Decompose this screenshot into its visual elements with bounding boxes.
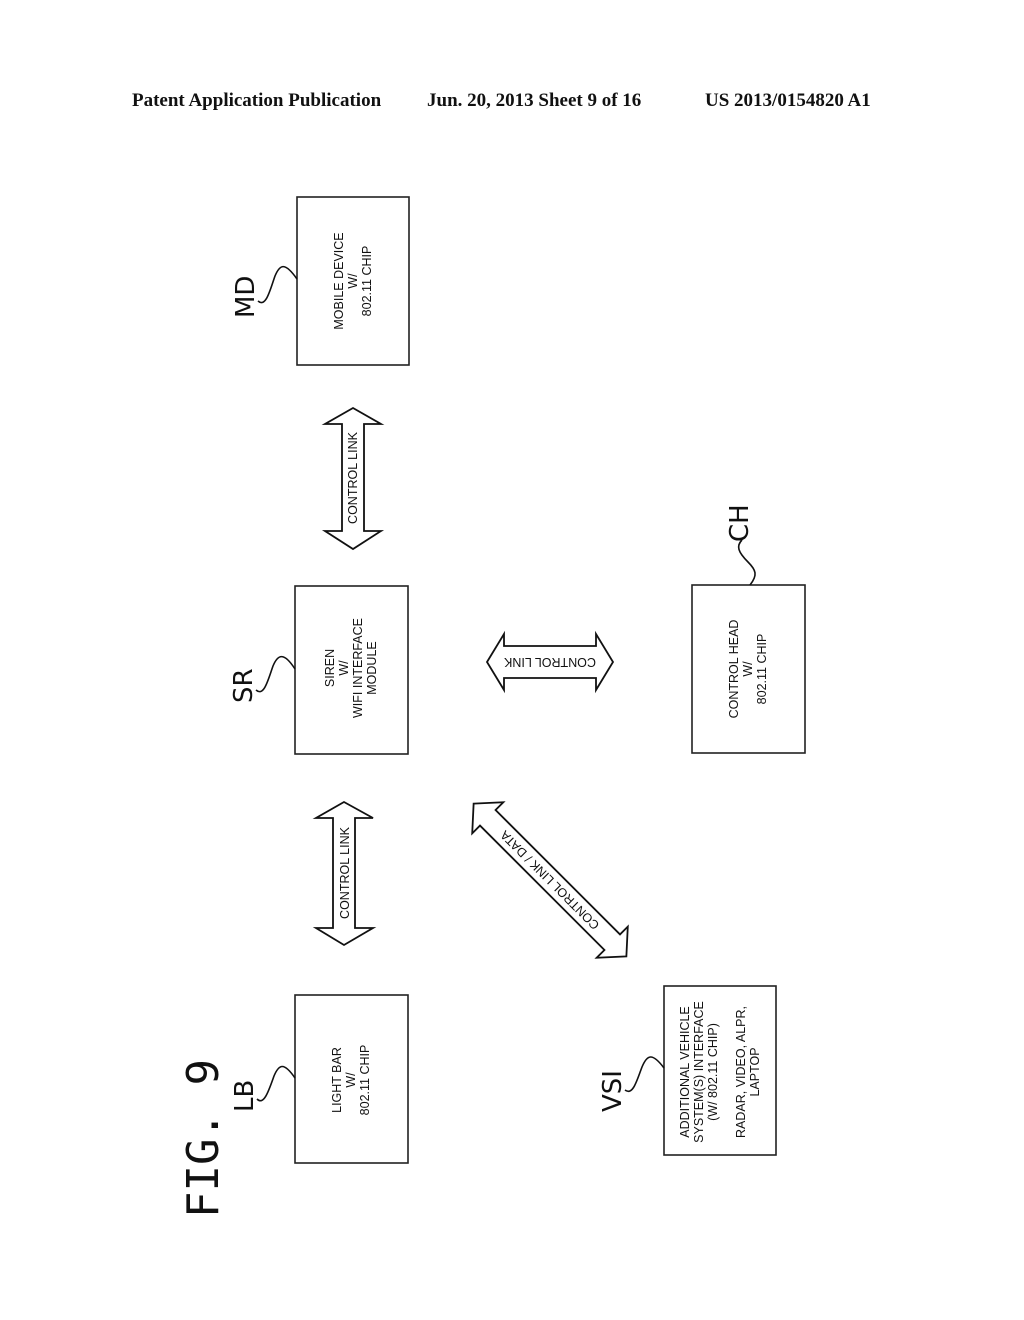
lb-leader-line [256, 1065, 296, 1102]
box-line: SIREN [323, 649, 337, 687]
block-control-head: CONTROL HEAD W/ 802.11 CHIP CH [691, 504, 806, 754]
box-line: LAPTOP [748, 1047, 762, 1096]
block-diagram: FIG. 9 MOBILE DEVICE W/ 802.11 CHIP MD S… [178, 196, 806, 1218]
link-md-sr: CONTROL LINK [321, 406, 385, 551]
vsi-leader-line [624, 1056, 665, 1093]
box-line: 802.11 CHIP [358, 1045, 372, 1116]
link-lb-sr: CONTROL LINK [312, 800, 377, 947]
box-line: 802.11 CHIP [360, 246, 374, 317]
figure-label: FIG. 9 [178, 1059, 229, 1218]
box-line: W/ [344, 1072, 358, 1088]
box-line: LIGHT BAR [330, 1047, 344, 1113]
block-mobile-device: MOBILE DEVICE W/ 802.11 CHIP MD [231, 196, 410, 366]
md-sr-link-label: CONTROL LINK [346, 431, 360, 524]
sr-ref-label: SR [229, 668, 259, 703]
box-line: SYSTEM(S) INTERFACE [692, 1001, 706, 1143]
block-siren: SIREN W/ WIFI INTERFACE MODULE SR [229, 585, 409, 755]
block-light-bar: LIGHT BAR W/ 802.11 CHIP LB [230, 994, 409, 1164]
md-leader-line [257, 265, 298, 304]
sr-vsi-link-label: CONTROL LINK / DATA [497, 827, 602, 932]
box-line: WIFI INTERFACE [351, 618, 365, 718]
lb-sr-link-label: CONTROL LINK [338, 826, 352, 919]
md-ref-label: MD [231, 276, 261, 318]
ch-ref-label: CH [725, 504, 755, 542]
box-line: W/ [741, 661, 755, 677]
box-line: 802.11 CHIP [755, 634, 769, 705]
link-sr-ch: CONTROL LINK [485, 630, 615, 694]
ch-leader-line [737, 539, 756, 586]
lb-ref-label: LB [230, 1080, 260, 1112]
vsi-ref-label: VSI [598, 1070, 628, 1112]
box-line: MODULE [365, 641, 379, 694]
box-line: RADAR, VIDEO, ALPR, [734, 1006, 748, 1138]
box-line: ADDITIONAL VEHICLE [678, 1006, 692, 1138]
sr-ch-link-label: CONTROL LINK [503, 655, 596, 669]
block-vehicle-system-interface: ADDITIONAL VEHICLE SYSTEM(S) INTERFACE (… [598, 985, 777, 1156]
sr-leader-line [255, 655, 296, 693]
box-line: (W/ 802.11 CHIP) [706, 1023, 720, 1121]
box-line: W/ [346, 273, 360, 289]
box-line: MOBILE DEVICE [332, 232, 346, 329]
box-line: CONTROL HEAD [727, 620, 741, 719]
link-sr-vsi: CONTROL LINK / DATA [471, 801, 629, 959]
box-line: W/ [337, 660, 351, 676]
